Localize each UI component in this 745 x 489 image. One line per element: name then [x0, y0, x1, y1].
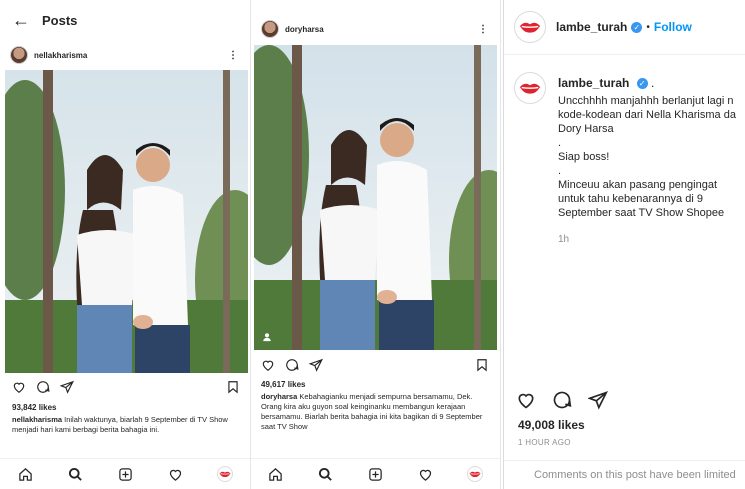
likes-count[interactable]: 93,842 likes	[12, 403, 56, 412]
post-header: lambe_turah ✓ • Follow	[504, 0, 745, 55]
heart-icon[interactable]	[516, 390, 536, 410]
follow-button[interactable]: Follow	[654, 20, 692, 34]
comment-avatar[interactable]	[514, 72, 546, 104]
share-icon[interactable]	[309, 358, 323, 372]
tag-user-icon[interactable]	[262, 332, 272, 342]
post-actions	[516, 390, 716, 410]
avatar[interactable]	[261, 20, 279, 38]
bookmark-icon[interactable]	[475, 358, 489, 372]
profile-icon[interactable]	[467, 466, 484, 482]
back-arrow-icon[interactable]: ←	[12, 11, 30, 29]
bottom-nav	[0, 458, 250, 489]
home-icon[interactable]	[17, 466, 33, 482]
home-icon[interactable]	[268, 466, 284, 482]
post-photo[interactable]	[254, 45, 497, 350]
profile-icon[interactable]	[217, 466, 233, 482]
post-username[interactable]: nellakharisma	[34, 51, 87, 60]
bookmark-icon[interactable]	[226, 380, 240, 394]
comment-text: Uncchhhh manjahhh berlanjut lagi n kode-…	[558, 95, 736, 219]
heart-icon[interactable]	[261, 358, 275, 372]
left-post-panel: ← Posts nellakharisma ⋮ 93,842 likes nel…	[0, 0, 251, 489]
add-icon[interactable]	[117, 466, 133, 482]
add-icon[interactable]	[367, 466, 383, 482]
share-icon[interactable]	[588, 390, 608, 410]
middle-post-panel: doryharsa ⋮ 49,617 likes doryharsa Kebah…	[251, 0, 501, 489]
more-icon[interactable]: ⋮	[478, 24, 488, 35]
search-icon[interactable]	[318, 466, 334, 482]
post-header: nellakharisma ⋮	[0, 40, 250, 70]
caption-username[interactable]: doryharsa	[261, 392, 297, 401]
post-caption: doryharsa Kebahagianku menjadi sempurna …	[261, 392, 489, 432]
page-title: Posts	[42, 12, 78, 28]
comment-time: 1h	[558, 234, 570, 245]
caption-username[interactable]: nellakharisma	[12, 415, 62, 424]
comment-icon[interactable]	[285, 358, 299, 372]
comment-icon[interactable]	[552, 390, 572, 410]
bottom-nav	[251, 458, 500, 489]
top-bar: ← Posts	[0, 0, 250, 40]
avatar[interactable]	[514, 11, 546, 43]
comment-dot: .	[651, 76, 655, 90]
heart-icon[interactable]	[12, 380, 26, 394]
verified-icon: ✓	[631, 21, 643, 33]
post-photo[interactable]	[5, 70, 248, 373]
verified-icon: ✓	[636, 78, 648, 90]
post-username[interactable]: lambe_turah	[556, 20, 627, 34]
activity-icon[interactable]	[417, 466, 433, 482]
comment-username[interactable]: lambe_turah	[558, 76, 629, 90]
search-icon[interactable]	[67, 466, 83, 482]
likes-count[interactable]: 49,617 likes	[261, 380, 305, 389]
comments-limited-notice: Comments on this post have been limited	[504, 460, 745, 489]
post-caption: nellakharisma Inilah waktunya, biarlah 9…	[12, 415, 236, 435]
right-comment-panel: lambe_turah ✓ • Follow lambe_turah ✓ . U…	[503, 0, 745, 489]
separator-dot: •	[646, 21, 650, 33]
post-actions	[251, 358, 500, 374]
avatar[interactable]	[10, 46, 28, 64]
activity-icon[interactable]	[167, 466, 183, 482]
post-date: 1 HOUR AGO	[518, 438, 571, 447]
post-actions	[0, 380, 250, 396]
lips-logo-icon	[519, 22, 541, 33]
likes-count[interactable]: 49,008 likes	[518, 418, 585, 432]
comment-icon[interactable]	[36, 380, 50, 394]
post-header: doryharsa ⋮	[251, 14, 500, 44]
more-icon[interactable]: ⋮	[228, 50, 238, 61]
post-username[interactable]: doryharsa	[285, 25, 324, 34]
lips-logo-icon	[519, 83, 541, 94]
share-icon[interactable]	[60, 380, 74, 394]
comment-body: lambe_turah ✓ . Uncchhhh manjahhh berlan…	[558, 76, 745, 245]
